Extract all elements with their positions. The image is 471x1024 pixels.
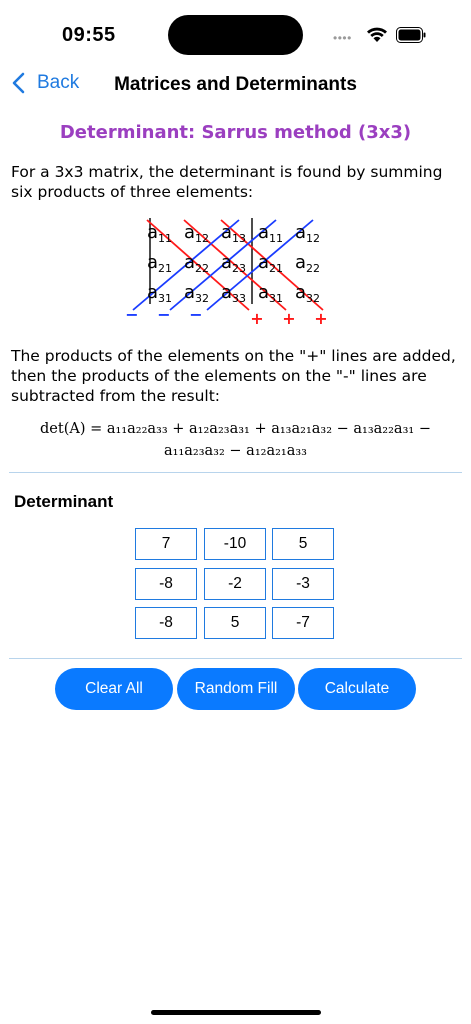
matrix-cell-r3c1[interactable]: -8	[135, 607, 197, 639]
cellular-signal-icon: ••••	[333, 31, 352, 45]
explanation-text: The products of the elements on the "+" …	[11, 347, 456, 405]
matrix-element-label: a31	[258, 282, 283, 305]
divider	[9, 658, 462, 659]
matrix-cell-r2c3[interactable]: -3	[272, 568, 334, 600]
matrix-cell-r3c3[interactable]: -7	[272, 607, 334, 639]
determinant-formula: det(A) = a₁₁a₂₂a₃₃ + a₁₂a₂₃a₃₁ + a₁₃a₂₁a…	[0, 418, 471, 462]
matrix-element-label: a12	[184, 222, 209, 245]
calculate-button[interactable]: Calculate	[298, 668, 416, 710]
section-title: Determinant: Sarrus method (3x3)	[59, 122, 412, 143]
formula-line-1: det(A) = a₁₁a₂₂a₃₃ + a₁₂a₂₃a₃₁ + a₁₃a₂₁a…	[40, 421, 431, 437]
matrix-cell-r1c3[interactable]: 5	[272, 528, 334, 560]
status-bar: 09:55 ••••	[0, 0, 471, 70]
plus-sign: +	[250, 309, 263, 328]
random-fill-button[interactable]: Random Fill	[177, 668, 295, 710]
matrix-cell-r1c1[interactable]: 7	[135, 528, 197, 560]
matrix-cell-r3c2[interactable]: 5	[204, 607, 266, 639]
matrix-element-label: a31	[147, 282, 172, 305]
plus-sign: +	[282, 309, 295, 328]
dynamic-island	[168, 15, 303, 55]
navigation-bar: Back Matrices and Determinants	[0, 68, 471, 102]
matrix-cell-r1c2[interactable]: -10	[204, 528, 266, 560]
matrix-cell-r2c1[interactable]: -8	[135, 568, 197, 600]
home-indicator	[151, 1010, 321, 1015]
minus-sign: −	[125, 305, 138, 324]
matrix-element-label: a32	[184, 282, 209, 305]
status-time: 09:55	[62, 24, 116, 46]
plus-sign: +	[314, 309, 327, 328]
minus-sign: −	[157, 305, 170, 324]
page-title: Matrices and Determinants	[114, 74, 357, 95]
wifi-icon	[367, 27, 387, 42]
formula-line-2: a₁₁a₂₃a₃₂ − a₁₂a₂₁a₃₃	[164, 443, 307, 459]
matrix-element-label: a22	[295, 252, 320, 275]
matrix-element-label: a21	[147, 252, 172, 275]
matrix-cell-r2c2[interactable]: -2	[204, 568, 266, 600]
battery-icon	[396, 27, 426, 43]
minus-sign: −	[189, 305, 202, 324]
divider	[9, 472, 462, 473]
determinant-label: Determinant	[14, 492, 114, 511]
matrix-element-label: a32	[295, 282, 320, 305]
matrix-element-label: a11	[147, 222, 172, 245]
clear-all-button[interactable]: Clear All	[55, 668, 173, 710]
matrix-element-label: a33	[221, 282, 246, 305]
intro-text: For a 3x3 matrix, the determinant is fou…	[11, 163, 443, 201]
matrix-grid: 7 -10 5 -8 -2 -3 -8 5 -7	[135, 528, 337, 642]
sarrus-diagram: a11 a12 a13 a11 a12a21 a22 a23 a21 a22a31 a32 a33 a…	[125, 218, 328, 328]
